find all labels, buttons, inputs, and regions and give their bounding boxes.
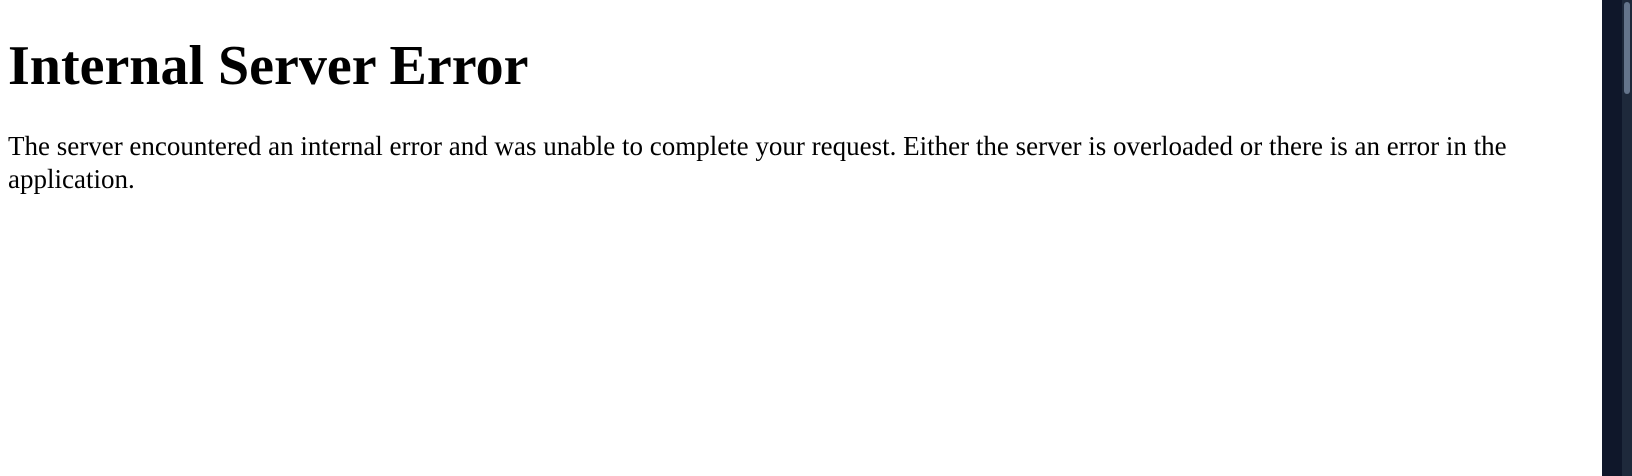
error-heading: Internal Server Error <box>8 35 529 97</box>
error-content: Internal Server Error The server encount… <box>8 0 1588 194</box>
error-message: The server encountered an internal error… <box>8 131 1507 194</box>
scrollbar-thumb[interactable] <box>1624 2 1630 94</box>
page-viewport: Internal Server Error The server encount… <box>0 0 1602 476</box>
